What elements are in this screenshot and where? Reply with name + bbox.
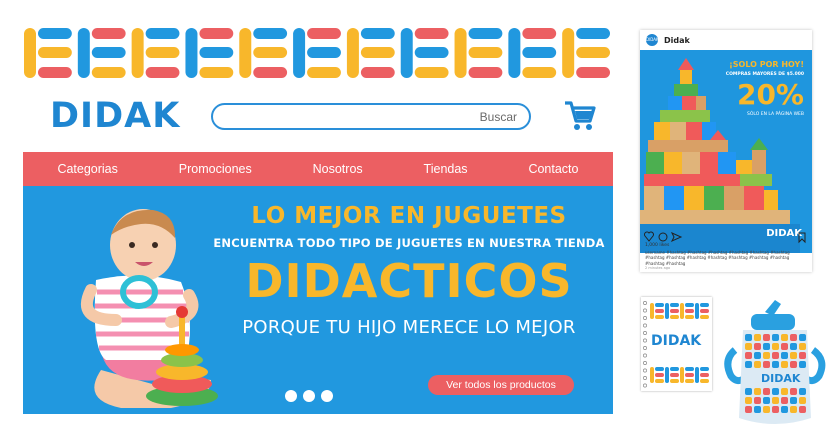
hero-tagline: PORQUE TU HIJO MERECE LO MEJOR bbox=[242, 317, 576, 338]
nav-item-nosotros[interactable]: Nosotros bbox=[305, 162, 371, 176]
promo-note: SÓLO EN LA PÁGINA WEB bbox=[747, 112, 804, 117]
main-nav: Categorias Promociones Nosotros Tiendas … bbox=[23, 152, 613, 186]
instagram-post-header: DIDAK Didak bbox=[640, 30, 812, 50]
nav-item-contacto[interactable]: Contacto bbox=[520, 162, 586, 176]
avatar: DIDAK bbox=[646, 34, 659, 46]
hero-headline: LO MEJOR EN JUGUETES bbox=[251, 203, 567, 229]
search-bar: Buscar bbox=[211, 103, 531, 130]
promo-headline: ¡SOLO POR HOY! bbox=[729, 60, 804, 69]
hero-banner: LO MEJOR EN JUGUETES ENCUENTRA TODO TIPO… bbox=[23, 186, 613, 414]
post-time: 2 minutes ago bbox=[645, 266, 671, 270]
search-button[interactable]: Buscar bbox=[480, 110, 517, 124]
instagram-post-image: ¡SOLO POR HOY! COMPRAS MAYORES DE $5.000… bbox=[640, 50, 812, 253]
hero-subheadline: ENCUENTRA TODO TIPO DE JUGUETES EN NUEST… bbox=[213, 236, 605, 250]
account-name: Didak bbox=[664, 35, 690, 45]
branded-notebook: DIDAK bbox=[641, 297, 712, 391]
search-input[interactable] bbox=[223, 108, 463, 126]
baby-with-ring-stacker-image bbox=[80, 209, 218, 408]
promo-condition: COMPRAS MAYORES DE $5.000 bbox=[725, 72, 804, 77]
carousel-dot[interactable] bbox=[303, 390, 315, 402]
hero-title: DIDACTICOS bbox=[245, 254, 573, 308]
heart-icon bbox=[644, 231, 654, 242]
promo-discount: 20% bbox=[736, 78, 804, 111]
bookmark-icon bbox=[798, 232, 806, 244]
carousel-dots bbox=[285, 390, 333, 402]
post-caption: username #hashtag #hashtag #hashtag #has… bbox=[645, 250, 790, 266]
carousel-dot[interactable] bbox=[321, 390, 333, 402]
nav-item-tiendas[interactable]: Tiendas bbox=[416, 162, 476, 176]
instagram-actions bbox=[644, 231, 806, 244]
page: DIDAK Buscar Categorias Promociones Noso… bbox=[0, 0, 840, 440]
brand-pattern bbox=[24, 28, 610, 78]
view-all-products-button[interactable]: Ver todos los productos bbox=[428, 375, 574, 395]
bottle-logo: DIDAK bbox=[761, 372, 801, 385]
nav-item-promociones[interactable]: Promociones bbox=[171, 162, 260, 176]
nav-item-categorias[interactable]: Categorias bbox=[49, 162, 125, 176]
notebook-logo: DIDAK bbox=[651, 333, 702, 349]
instagram-post-mockup: DIDAK Didak ¡SOLO POR HOY! COMPRAS MAYOR… bbox=[640, 30, 812, 272]
brand-logo[interactable]: DIDAK bbox=[50, 96, 180, 136]
shopping-cart-icon[interactable] bbox=[563, 99, 597, 133]
likes-count: 1,000 likes bbox=[645, 243, 670, 248]
carousel-dot[interactable] bbox=[285, 390, 297, 402]
branded-sippy-cup: DIDAK bbox=[724, 300, 826, 424]
comment-icon bbox=[658, 232, 668, 242]
share-icon bbox=[670, 231, 683, 243]
